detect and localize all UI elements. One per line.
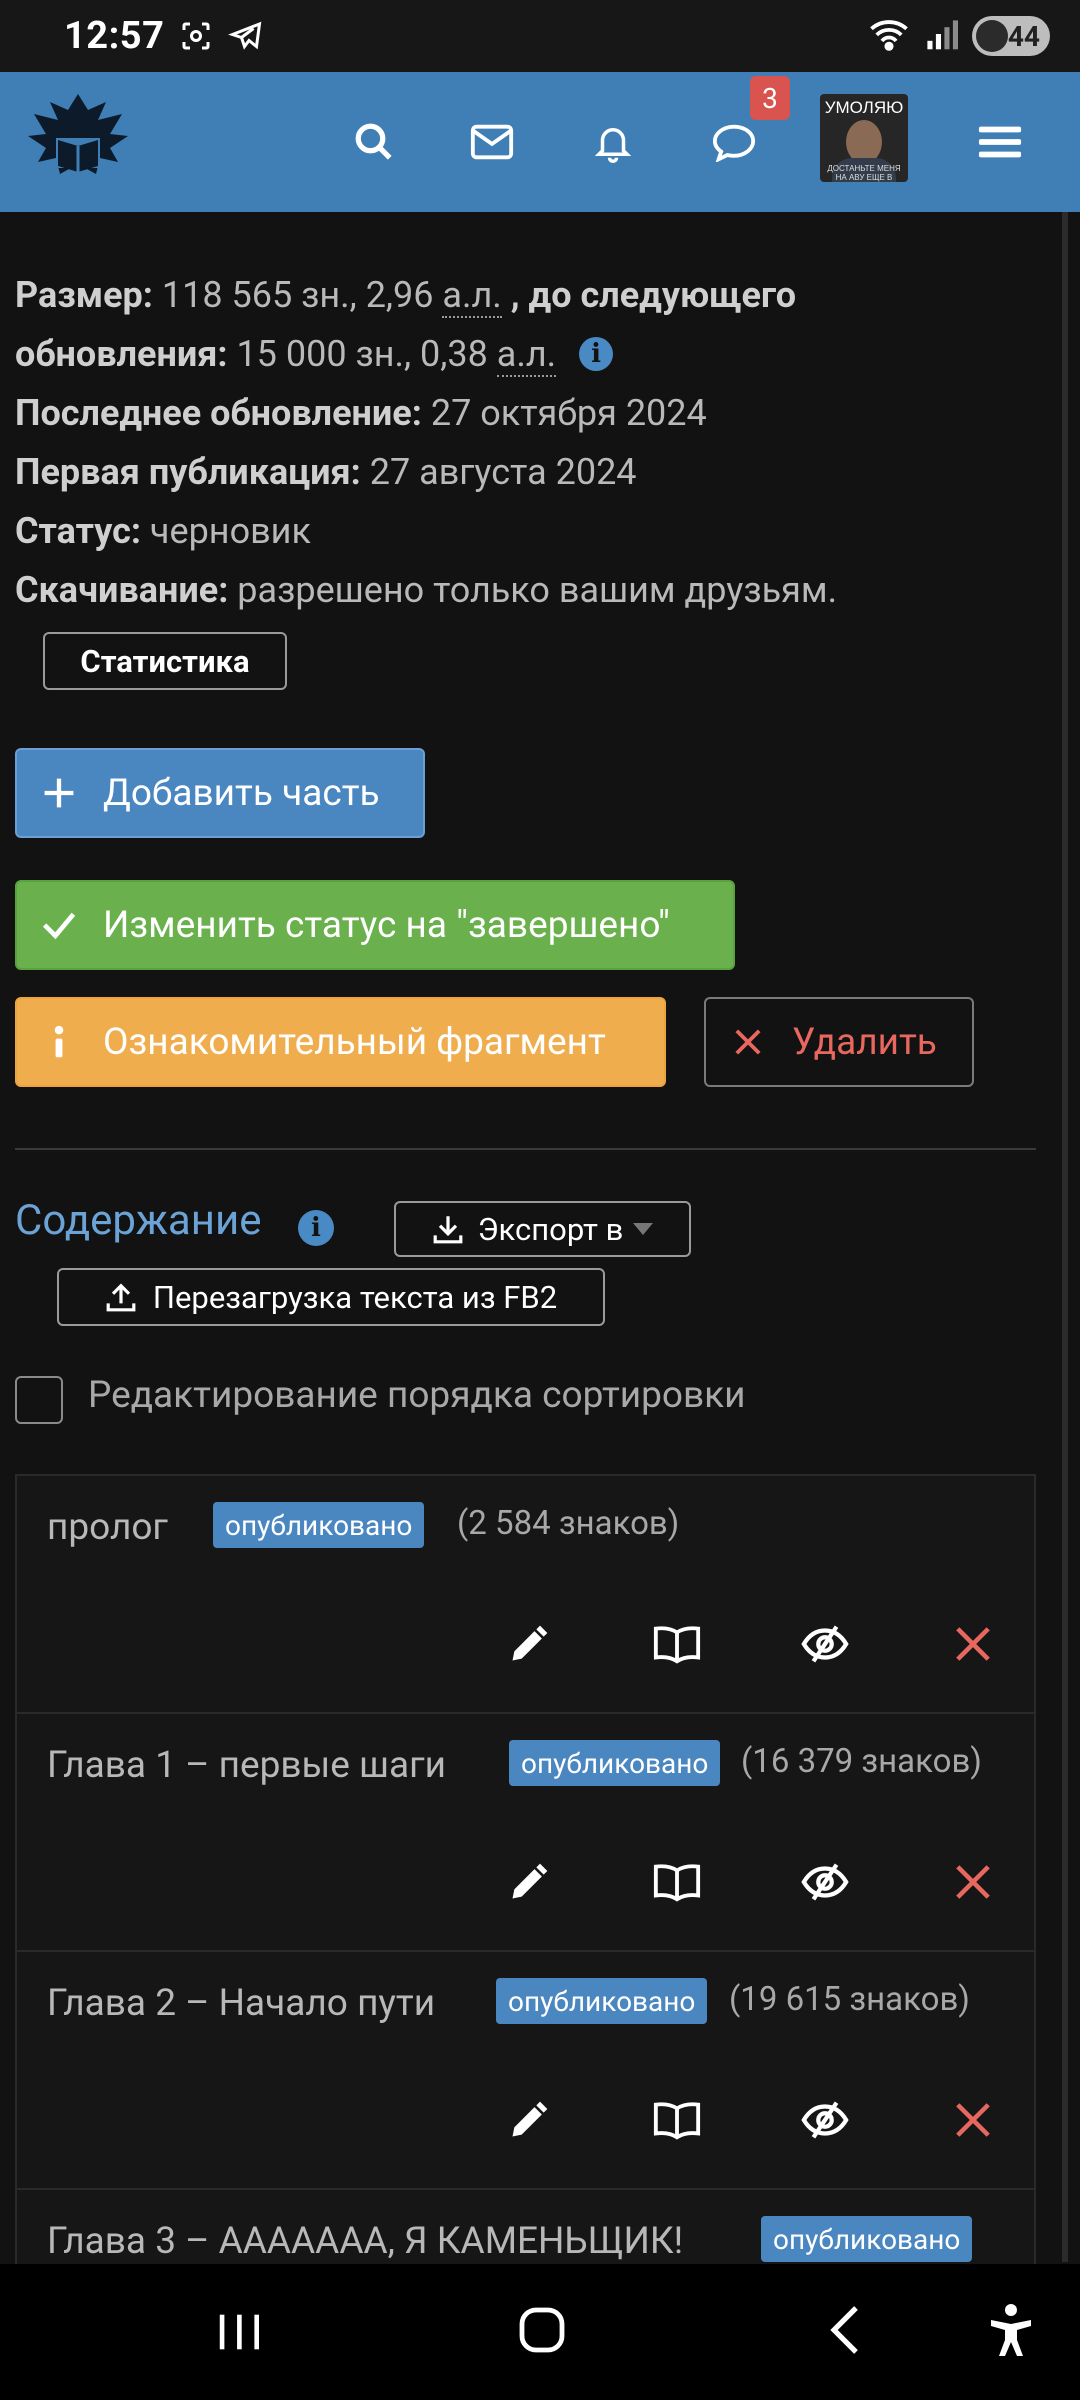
back-icon[interactable]: [826, 2304, 866, 2360]
delete-x-icon[interactable]: [945, 2092, 1001, 2148]
chapter-title[interactable]: пролог: [47, 1506, 168, 1549]
home-icon[interactable]: [516, 2304, 568, 2360]
chapter-chars: (19 615 знаков): [729, 1980, 970, 2019]
reupload-label: Перезагрузка текста из FB2: [152, 1278, 558, 1316]
chapter-title[interactable]: Глава 2 – Начало пути: [47, 1982, 435, 2025]
statistics-button[interactable]: Статистика: [43, 632, 287, 690]
work-info: Размер: 118 565 зн., 2,96 а.л. , до след…: [15, 274, 838, 611]
edit-icon[interactable]: [501, 1616, 557, 1672]
info-icon[interactable]: i: [579, 337, 614, 371]
export-dropdown[interactable]: Экспорт в: [394, 1201, 691, 1257]
add-part-label: Добавить часть: [103, 771, 380, 815]
chapter-title[interactable]: Глава 3 – ААААААА, Я КАМЕНЬЩИК!: [47, 2220, 683, 2263]
status-badge: опубликовано: [509, 1740, 721, 1786]
telegram-icon: [228, 18, 264, 58]
read-book-icon[interactable]: [649, 1616, 705, 1672]
chapter-row: пролог опубликовано (2 584 знаков): [15, 1474, 1036, 1714]
contents-title: Содержание: [15, 1196, 262, 1245]
read-book-icon[interactable]: [649, 1854, 705, 1910]
battery-level: 44: [1007, 19, 1040, 53]
close-icon: [728, 1022, 768, 1062]
signal-icon: [924, 16, 958, 56]
edit-icon[interactable]: [501, 1854, 557, 1910]
chapter-title[interactable]: Глава 1 – первые шаги: [47, 1744, 446, 1787]
al-abbr: а.л.: [496, 333, 557, 377]
accessibility-icon[interactable]: [986, 2302, 1036, 2362]
mail-icon[interactable]: [464, 114, 520, 170]
battery-icon: 44: [972, 16, 1050, 56]
change-status-label: Изменить статус на "завершено": [103, 903, 670, 947]
chapter-chars: (16 379 знаков): [741, 1742, 982, 1781]
info-icon[interactable]: i: [298, 1210, 334, 1246]
bell-icon[interactable]: [585, 114, 641, 170]
plus-icon: [39, 773, 79, 813]
hide-eye-icon[interactable]: [797, 2092, 853, 2148]
delete-x-icon[interactable]: [945, 1616, 1001, 1672]
add-part-button[interactable]: Добавить часть: [15, 748, 425, 838]
top-navbar: 3 УМОЛЯЮ ДОСТАНЬТЕ МЕНЯ НА АВУ ЕЩЕ В ЮЗЕ…: [0, 72, 1080, 212]
delete-label: Удалить: [792, 1020, 937, 1064]
avatar[interactable]: УМОЛЯЮ ДОСТАНЬТЕ МЕНЯ НА АВУ ЕЩЕ В ЮЗЕРА…: [820, 94, 908, 182]
export-label: Экспорт в: [477, 1210, 624, 1248]
status-badge: опубликовано: [496, 1978, 708, 2024]
info-icon: [39, 1022, 79, 1062]
sort-order-checkbox[interactable]: [15, 1376, 63, 1424]
messages-badge: 3: [750, 76, 790, 120]
divider: [15, 1148, 1036, 1150]
menu-icon[interactable]: [972, 114, 1028, 170]
status-time: 12:57: [64, 14, 165, 58]
download-icon: [432, 1213, 464, 1245]
intro-fragment-button[interactable]: Ознакомительный фрагмент: [15, 997, 666, 1087]
upload-icon: [105, 1281, 137, 1313]
read-book-icon[interactable]: [649, 2092, 705, 2148]
delete-button[interactable]: Удалить: [704, 997, 974, 1087]
edit-icon[interactable]: [501, 2092, 557, 2148]
status-bar: 12:57 44: [0, 0, 1080, 72]
site-logo[interactable]: [20, 84, 136, 200]
chapter-chars: (2 584 знаков): [457, 1504, 680, 1543]
reupload-fb2-button[interactable]: Перезагрузка текста из FB2: [57, 1268, 605, 1326]
chapter-row: Глава 3 – ААААААА, Я КАМЕНЬЩИК! опублико…: [15, 2188, 1036, 2264]
scrollbar[interactable]: [1062, 212, 1068, 2262]
avatar-caption: УМОЛЯЮ: [824, 98, 904, 117]
check-icon: [39, 905, 79, 945]
sort-order-label: Редактирование порядка сортировки: [88, 1374, 746, 1417]
delete-x-icon[interactable]: [945, 1854, 1001, 1910]
al-abbr: а.л.: [442, 274, 502, 318]
change-status-button[interactable]: Изменить статус на "завершено": [15, 880, 735, 970]
chat-icon[interactable]: [706, 114, 762, 170]
screenshot-icon: [178, 18, 214, 58]
avatar-subcaption: ДОСТАНЬТЕ МЕНЯ НА АВУ ЕЩЕ В ЮЗЕРАХ ИНТЕР…: [827, 164, 901, 182]
hide-eye-icon[interactable]: [797, 1854, 853, 1910]
status-badge: опубликовано: [761, 2216, 973, 2262]
search-icon[interactable]: [346, 114, 402, 170]
chapter-row: Глава 2 – Начало пути опубликовано (19 6…: [15, 1950, 1036, 2190]
chapter-row: Глава 1 – первые шаги опубликовано (16 3…: [15, 1712, 1036, 1952]
status-badge: опубликовано: [213, 1502, 425, 1548]
system-nav-bar: [0, 2264, 1080, 2400]
wifi-icon: [868, 16, 910, 56]
caret-down-icon: [633, 1223, 654, 1235]
intro-fragment-label: Ознакомительный фрагмент: [103, 1020, 606, 1064]
recent-apps-icon[interactable]: [214, 2308, 264, 2360]
hide-eye-icon[interactable]: [797, 1616, 853, 1672]
